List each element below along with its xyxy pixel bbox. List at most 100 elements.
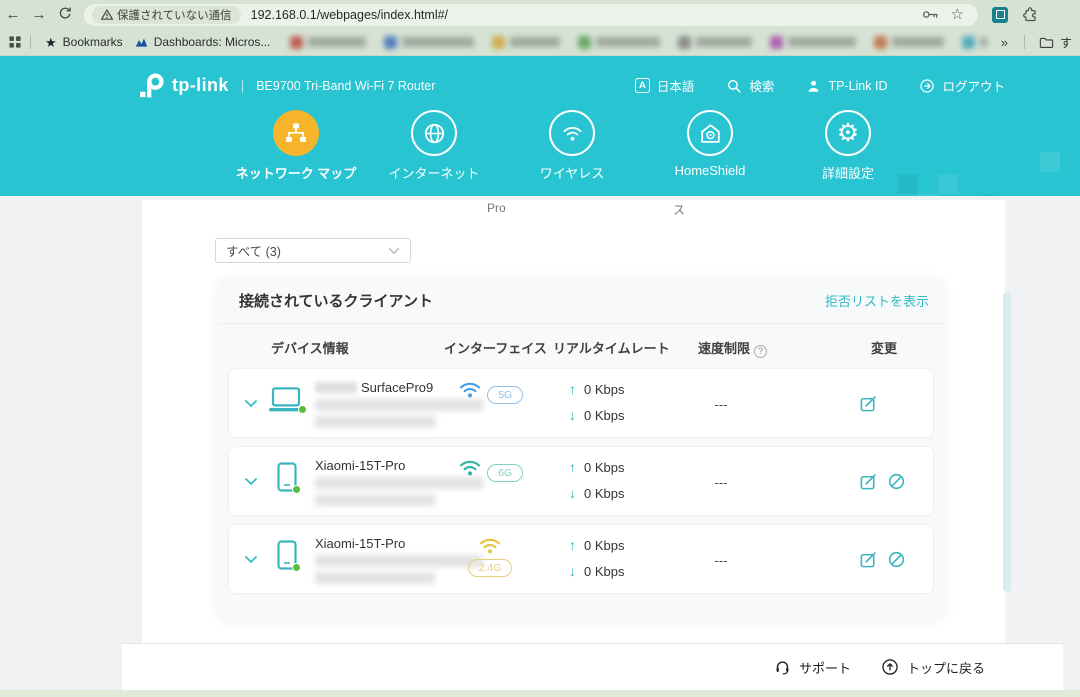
search-button[interactable]: 検索	[726, 76, 774, 95]
row-actions	[859, 394, 878, 413]
deco-square	[1040, 152, 1060, 172]
online-status-dot	[298, 405, 307, 414]
url-text[interactable]: 192.168.0.1/webpages/index.html#/	[251, 8, 448, 22]
apps-grid-icon[interactable]	[8, 35, 22, 49]
bookmark-star-icon[interactable]: ☆	[951, 7, 964, 22]
top-arrow-icon	[881, 658, 899, 676]
model-label: BE9700 Tri-Band Wi-Fi 7 Router	[256, 79, 435, 93]
advanced-settings-icon: ⚙	[837, 121, 859, 146]
speed-limit-value: ---	[697, 397, 745, 412]
upload-rate: 0 Kbps	[584, 460, 624, 475]
edit-icon[interactable]	[859, 472, 878, 491]
blurred-bookmarks	[290, 36, 986, 49]
nav-item-homeshield[interactable]: HomeShield	[650, 110, 770, 182]
support-button[interactable]: サポート	[774, 658, 851, 677]
back-to-top-label: トップに戻る	[907, 658, 985, 677]
blurred-ip	[315, 494, 435, 506]
all-bookmarks-button[interactable]: す	[1039, 34, 1072, 51]
star-icon: ★	[45, 36, 57, 49]
client-row: Xiaomi-15T-Pro 2.4G ↑0 Kbps ↓0 Kbps ---	[228, 524, 934, 594]
language-label: 日本語	[657, 76, 695, 95]
col-device-info: デバイス情報	[271, 338, 349, 357]
realtime-rate-cell: ↑0 Kbps ↓0 Kbps	[569, 537, 624, 579]
support-label: サポート	[799, 658, 851, 677]
nav-label: インターネット	[388, 163, 479, 182]
password-key-icon[interactable]	[922, 8, 939, 21]
chevron-down-icon	[388, 247, 400, 255]
download-arrow-icon: ↓	[569, 564, 576, 578]
clients-panel: 接続されているクライアント 拒否リストを表示 デバイス情報 インターフェイス リ…	[217, 278, 945, 620]
table-header: デバイス情報 インターフェイス リアルタイムレート 速度制限? 変更	[217, 335, 945, 359]
download-rate: 0 Kbps	[584, 564, 624, 579]
omnibox[interactable]: 保護されていない通信 192.168.0.1/webpages/index.ht…	[84, 4, 978, 26]
expand-chevron-icon[interactable]	[244, 477, 258, 486]
edit-icon[interactable]	[859, 550, 878, 569]
edit-icon[interactable]	[859, 394, 878, 413]
headset-icon	[774, 658, 791, 676]
language-button[interactable]: A 日本語	[635, 76, 695, 95]
nav-item-network-map[interactable]: ネットワーク マップ	[236, 110, 356, 182]
online-status-dot	[292, 563, 301, 572]
online-status-dot	[292, 485, 301, 494]
interface-cell: 5G	[455, 379, 525, 404]
nav-label: 詳細設定	[822, 163, 874, 182]
expand-chevron-icon[interactable]	[244, 555, 258, 564]
col-speed-limit: 速度制限?	[698, 338, 767, 357]
clipped-device-label: Pro	[487, 201, 506, 215]
warning-icon	[101, 9, 113, 20]
interface-cell: 6G	[455, 457, 525, 482]
device-name: Xiaomi-15T-Pro	[315, 458, 405, 473]
deco-square	[978, 194, 998, 196]
client-filter-dropdown[interactable]: すべて (3)	[215, 238, 411, 263]
bookmarks-overflow-button[interactable]: »	[1001, 35, 1008, 50]
deco-square	[938, 174, 958, 194]
help-icon[interactable]: ?	[754, 345, 767, 358]
band-badge: 6G	[487, 464, 523, 482]
bookmarks-folder-item[interactable]: ★ Bookmarks	[45, 35, 123, 49]
extension-icon[interactable]	[992, 7, 1008, 23]
nav-label: ワイヤレス	[540, 163, 605, 182]
search-label: 検索	[749, 76, 774, 95]
scrollbar-thumb[interactable]	[1003, 292, 1011, 592]
tplink-id-button[interactable]: TP-Link ID	[806, 76, 887, 95]
dashboards-bookmark[interactable]: Dashboards: Micros...	[135, 35, 271, 49]
interface-cell: 2.4G	[455, 535, 525, 577]
back-button[interactable]: ←	[0, 6, 26, 23]
back-to-top-button[interactable]: トップに戻る	[881, 658, 985, 677]
deco-square	[918, 194, 938, 196]
band-badge: 5G	[487, 386, 523, 404]
download-rate: 0 Kbps	[584, 408, 624, 423]
phone-icon	[275, 540, 299, 571]
security-badge[interactable]: 保護されていない通信	[92, 6, 241, 24]
expand-chevron-icon[interactable]	[244, 399, 258, 408]
tplink-id-label: TP-Link ID	[828, 79, 887, 93]
all-bookmarks-label: す	[1060, 34, 1072, 51]
blocklist-link[interactable]: 拒否リストを表示	[825, 291, 929, 310]
homeshield-icon	[698, 121, 723, 146]
reload-button[interactable]	[52, 5, 78, 25]
dashboards-label: Dashboards: Micros...	[154, 35, 271, 49]
logout-label: ログアウト	[942, 76, 1005, 95]
block-icon[interactable]	[887, 550, 906, 569]
block-icon[interactable]	[887, 472, 906, 491]
page-footer: サポート トップに戻る	[122, 643, 1063, 690]
forward-button[interactable]: →	[26, 6, 52, 23]
client-row: Xiaomi-15T-Pro 6G ↑0 Kbps ↓0 Kbps ---	[228, 446, 934, 516]
col-realtime-rate: リアルタイムレート	[553, 338, 670, 357]
nav-item-internet[interactable]: インターネット	[374, 110, 494, 182]
nav-label: ネットワーク マップ	[236, 163, 357, 182]
bookmarks-bar: ★ Bookmarks Dashboards: Micros... »	[0, 29, 1080, 56]
tplink-logo	[139, 73, 166, 98]
laptop-icon	[267, 387, 305, 413]
browser-toolbar: ← → 保護されていない通信 192.168.0.1/webpages/inde…	[0, 0, 1080, 29]
brand-divider: |	[241, 78, 244, 93]
blurred-name-prefix	[315, 382, 357, 393]
content-card: Pro ス すべて (3) 接続されているクライアント 拒否リストを表示 デバイ…	[142, 200, 1005, 643]
logout-button[interactable]: ログアウト	[919, 76, 1005, 95]
row-actions	[859, 550, 906, 569]
nav-item-advanced-settings[interactable]: ⚙ 詳細設定	[788, 110, 908, 182]
extensions-puzzle-icon[interactable]	[1022, 6, 1039, 23]
blurred-ip	[315, 416, 435, 428]
security-badge-label: 保護されていない通信	[117, 7, 232, 23]
nav-item-wireless[interactable]: ワイヤレス	[512, 110, 632, 182]
